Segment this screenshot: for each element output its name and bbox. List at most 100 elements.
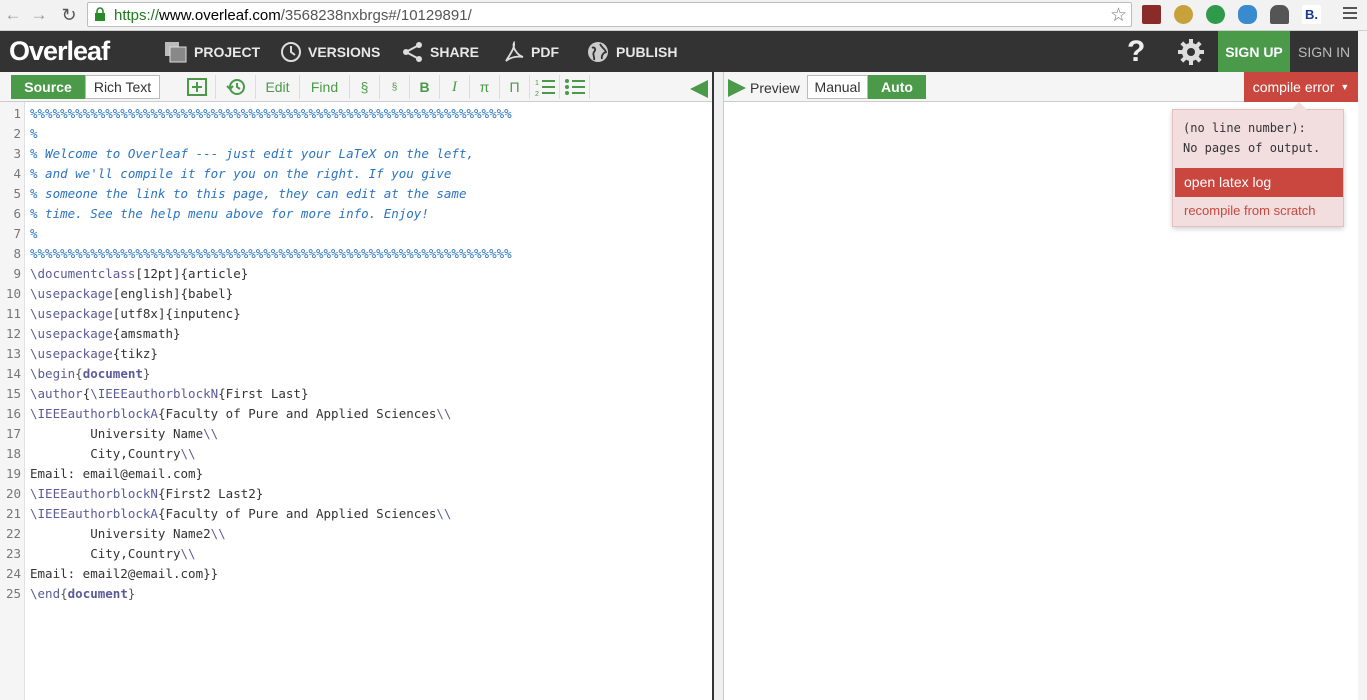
code-line[interactable]: 14 \begin{document} [0, 364, 712, 384]
collapse-editor-icon[interactable] [690, 80, 708, 98]
project-icon [165, 41, 187, 62]
overleaf-header: Overleaf PROJECT VERSIONS SHARE PDF PUBL… [0, 31, 1367, 72]
code-line[interactable]: 4 % and we'll compile it for you on the r… [0, 164, 712, 184]
code-text: Email: email2@email.com}} [30, 566, 219, 581]
nav-pdf[interactable]: PDF [503, 31, 559, 72]
line-number: 20 [5, 486, 21, 501]
code-line[interactable]: 19 Email: email@email.com} [0, 464, 712, 484]
code-line[interactable]: 11 \usepackage[utf8x]{inputenc} [0, 304, 712, 324]
cloud-icon[interactable] [1238, 5, 1257, 24]
code-text: City,Country\\ [30, 446, 196, 461]
section-button[interactable]: § [350, 75, 380, 99]
forward-icon[interactable]: → [28, 4, 50, 26]
extension-off-icon[interactable] [1174, 5, 1193, 24]
code-line[interactable]: 1%%%%%%%%%%%%%%%%%%%%%%%%%%%%%%%%%%%%%%%… [0, 104, 712, 124]
nav-share[interactable]: SHARE [402, 31, 479, 72]
line-number: 14 [5, 366, 21, 381]
code-text: \end{document} [30, 586, 136, 601]
bullet-list-icon[interactable] [560, 75, 590, 99]
line-number: 3 [13, 146, 21, 161]
auto-compile-button[interactable]: Auto [868, 75, 926, 99]
dropdown-caret [1291, 102, 1307, 110]
extension-b-icon[interactable]: B. [1302, 5, 1321, 24]
code-line[interactable]: 24 Email: email2@email.com}} [0, 564, 712, 584]
code-line[interactable]: 3 % Welcome to Overleaf --- just edit you… [0, 144, 712, 164]
code-text: City,Country\\ [30, 546, 196, 561]
settings-gear-icon[interactable] [1177, 31, 1205, 72]
play-arrow-icon[interactable] [728, 79, 746, 97]
code-line[interactable]: 5 % someone the link to this page, they c… [0, 184, 712, 204]
back-icon[interactable]: ← [2, 4, 24, 26]
signin-link[interactable]: SIGN IN [1298, 31, 1350, 72]
extension-d-icon[interactable] [1206, 5, 1225, 24]
numbered-list-icon[interactable]: 12 [530, 75, 560, 99]
compile-error-dropdown: (no line number): No pages of output. op… [1172, 102, 1344, 227]
code-text: \IEEEauthorblockN{First2 Last2} [30, 486, 264, 501]
nav-publish[interactable]: PUBLISH [586, 31, 677, 72]
code-line[interactable]: 13 \usepackage{tikz} [0, 344, 712, 364]
browser-menu-icon[interactable] [1343, 7, 1357, 22]
incognito-icon[interactable] [1270, 5, 1289, 24]
code-text: % Welcome to Overleaf --- just edit your… [30, 146, 475, 161]
italic-button[interactable]: I [440, 75, 470, 99]
address-bar[interactable]: https://www.overleaf.com/3568238nxbrgs#/… [87, 2, 1132, 27]
help-icon[interactable]: ? [1127, 31, 1145, 72]
manual-compile-button[interactable]: Manual [807, 75, 868, 99]
recompile-from-scratch-link[interactable]: recompile from scratch [1184, 203, 1315, 218]
open-latex-log-button[interactable]: open latex log [1175, 168, 1343, 197]
code-line[interactable]: 7% [0, 224, 712, 244]
code-line[interactable]: 23 City,Country\\ [0, 544, 712, 564]
code-line[interactable]: 17 University Name\\ [0, 424, 712, 444]
extension-icon[interactable] [1142, 5, 1161, 24]
nav-project[interactable]: PROJECT [164, 31, 260, 72]
code-line[interactable]: 6 % time. See the help menu above for mor… [0, 204, 712, 224]
line-number: 12 [5, 326, 21, 341]
line-number: 13 [5, 346, 21, 361]
reload-icon[interactable]: ↻ [58, 4, 80, 26]
find-button[interactable]: Find [300, 75, 350, 99]
code-editor[interactable]: 1%%%%%%%%%%%%%%%%%%%%%%%%%%%%%%%%%%%%%%%… [0, 104, 712, 604]
insert-figure-icon[interactable] [178, 75, 216, 99]
scrollbar-track[interactable] [1358, 31, 1367, 700]
code-line[interactable]: 9 \documentclass[12pt]{article} [0, 264, 712, 284]
code-text: \begin{document} [30, 366, 151, 381]
code-line[interactable]: 10 \usepackage[english]{babel} [0, 284, 712, 304]
code-line[interactable]: 8%%%%%%%%%%%%%%%%%%%%%%%%%%%%%%%%%%%%%%%… [0, 244, 712, 264]
line-number: 25 [5, 586, 21, 601]
code-line[interactable]: 18 City,Country\\ [0, 444, 712, 464]
pane-divider[interactable] [712, 72, 724, 700]
code-line[interactable]: 16 \IEEEauthorblockA{Faculty of Pure and … [0, 404, 712, 424]
code-line[interactable]: 12 \usepackage{amsmath} [0, 324, 712, 344]
overleaf-logo[interactable]: Overleaf [9, 36, 110, 67]
svg-text:2: 2 [535, 91, 539, 97]
code-line[interactable]: 20 \IEEEauthorblockN{First2 Last2} [0, 484, 712, 504]
rich-text-mode-button[interactable]: Rich Text [85, 75, 160, 99]
lock-icon [95, 7, 105, 21]
code-line[interactable]: 25 \end{document} [0, 584, 712, 604]
subsection-button[interactable]: § [380, 75, 410, 99]
code-text: \documentclass[12pt]{article} [30, 266, 249, 281]
browser-toolbar: ← → ↻ https://www.overleaf.com/3568238nx… [0, 0, 1367, 31]
pdf-icon [505, 40, 524, 62]
code-line[interactable]: 15 \author{\IEEEauthorblockN{First Last} [0, 384, 712, 404]
code-line[interactable]: 21 \IEEEauthorblockA{Faculty of Pure and … [0, 504, 712, 524]
edit-button[interactable]: Edit [256, 75, 300, 99]
history-icon[interactable] [216, 75, 256, 99]
code-text: \IEEEauthorblockA{Faculty of Pure and Ap… [30, 406, 452, 421]
bookmark-star-icon[interactable]: ☆ [1110, 4, 1127, 27]
line-number: 19 [5, 466, 21, 481]
pi-lowercase-button[interactable]: π [470, 75, 500, 99]
code-line[interactable]: 22 University Name2\\ [0, 524, 712, 544]
compile-error-button[interactable]: compile error ▼ [1244, 72, 1358, 102]
line-number: 22 [5, 526, 21, 541]
preview-button[interactable]: Preview [750, 80, 800, 96]
line-number: 23 [5, 546, 21, 561]
code-text: \usepackage[utf8x]{inputenc} [30, 306, 241, 321]
signup-button[interactable]: SIGN UP [1218, 31, 1290, 72]
bold-button[interactable]: B [410, 75, 440, 99]
pi-uppercase-button[interactable]: Π [500, 75, 530, 99]
source-mode-button[interactable]: Source [11, 75, 85, 99]
line-number: 16 [5, 406, 21, 421]
code-line[interactable]: 2% [0, 124, 712, 144]
nav-versions[interactable]: VERSIONS [280, 31, 380, 72]
